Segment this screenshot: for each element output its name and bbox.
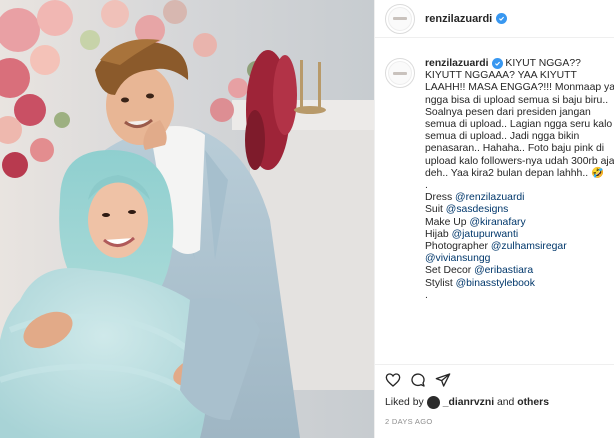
caption-username[interactable]: renzilazuardi	[425, 58, 489, 69]
heart-icon[interactable]	[385, 372, 401, 388]
credit-label: Dress	[425, 192, 456, 204]
credit-line: Set Decor @eribastiara	[425, 265, 533, 276]
credit-label: Make Up	[425, 216, 470, 228]
post-side-panel: renzilazuardi renzilazuardi KIYUT NGGA??…	[374, 0, 614, 438]
credit-label: Photographer	[425, 241, 491, 253]
header-avatar[interactable]	[385, 3, 415, 34]
liker-avatar[interactable]	[426, 396, 440, 409]
caption-area: renzilazuardi KIYUT NGGA?? KIYUTT NGGAAA…	[375, 58, 614, 358]
post-photo[interactable]	[0, 0, 374, 438]
credit-line: Photographer @zulhamsiregar	[425, 241, 567, 252]
share-icon[interactable]	[435, 372, 451, 388]
post-caption: renzilazuardi KIYUT NGGA?? KIYUTT NGGAAA…	[425, 58, 614, 358]
credit-line: Hijab @jatupurwanti	[425, 229, 518, 240]
caption-separator: .	[425, 180, 428, 192]
credit-line: Dress @renzilazuardi	[425, 192, 525, 203]
instagram-post: renzilazuardi renzilazuardi KIYUT NGGA??…	[0, 0, 614, 438]
avatar-image	[388, 6, 412, 31]
credit-line: Suit @sasdesigns	[425, 204, 508, 215]
post-actions: Liked by _dianrvzni and others 2 DAYS AG…	[375, 364, 614, 426]
credit-label: Set Decor	[425, 265, 475, 277]
credit-mention[interactable]: @eribastiara	[474, 265, 533, 276]
credit-line: Stylist @binasstylebook	[425, 278, 535, 289]
action-icon-row	[385, 371, 605, 389]
caption-separator: .	[425, 289, 428, 301]
verified-badge-icon	[496, 13, 508, 24]
credit-mention[interactable]: @zulhamsiregar	[491, 241, 567, 252]
liker-username[interactable]: _dianrvzni	[443, 397, 494, 408]
post-timestamp[interactable]: 2 DAYS AGO	[385, 417, 605, 426]
verified-badge-icon	[491, 58, 503, 69]
credit-label: Suit	[425, 204, 446, 216]
credit-line: @viviansungg	[425, 253, 490, 264]
credit-mention[interactable]: @viviansungg	[425, 253, 490, 264]
avatar-logo-mark	[393, 17, 407, 20]
couple-photo-illustration	[0, 0, 374, 438]
credit-mention[interactable]: @kiranafary	[469, 217, 525, 228]
caption-avatar[interactable]	[385, 58, 415, 88]
credit-line: Make Up @kiranafary	[425, 217, 526, 228]
comment-icon[interactable]	[410, 372, 426, 388]
credit-label: Stylist	[425, 277, 456, 289]
credit-label: Hijab	[425, 228, 452, 240]
avatar-logo-mark	[393, 71, 407, 75]
credit-mention[interactable]: @binasstylebook	[456, 278, 535, 289]
avatar-image	[388, 61, 412, 85]
credit-mention[interactable]: @jatupurwanti	[452, 229, 519, 240]
header-username[interactable]: renzilazuardi	[425, 13, 492, 25]
likes-middle: and	[494, 397, 518, 408]
post-header: renzilazuardi	[375, 0, 614, 38]
caption-text: KIYUT NGGA?? KIYUTT NGGAAA? YAA KIYUTT L…	[425, 58, 614, 179]
credit-mention[interactable]: @sasdesigns	[446, 204, 509, 215]
likes-summary: Liked by _dianrvzni and others	[385, 396, 605, 409]
likes-others-link[interactable]: others	[517, 397, 549, 408]
likes-prefix: Liked by	[385, 397, 424, 408]
credit-mention[interactable]: @renzilazuardi	[455, 192, 524, 203]
